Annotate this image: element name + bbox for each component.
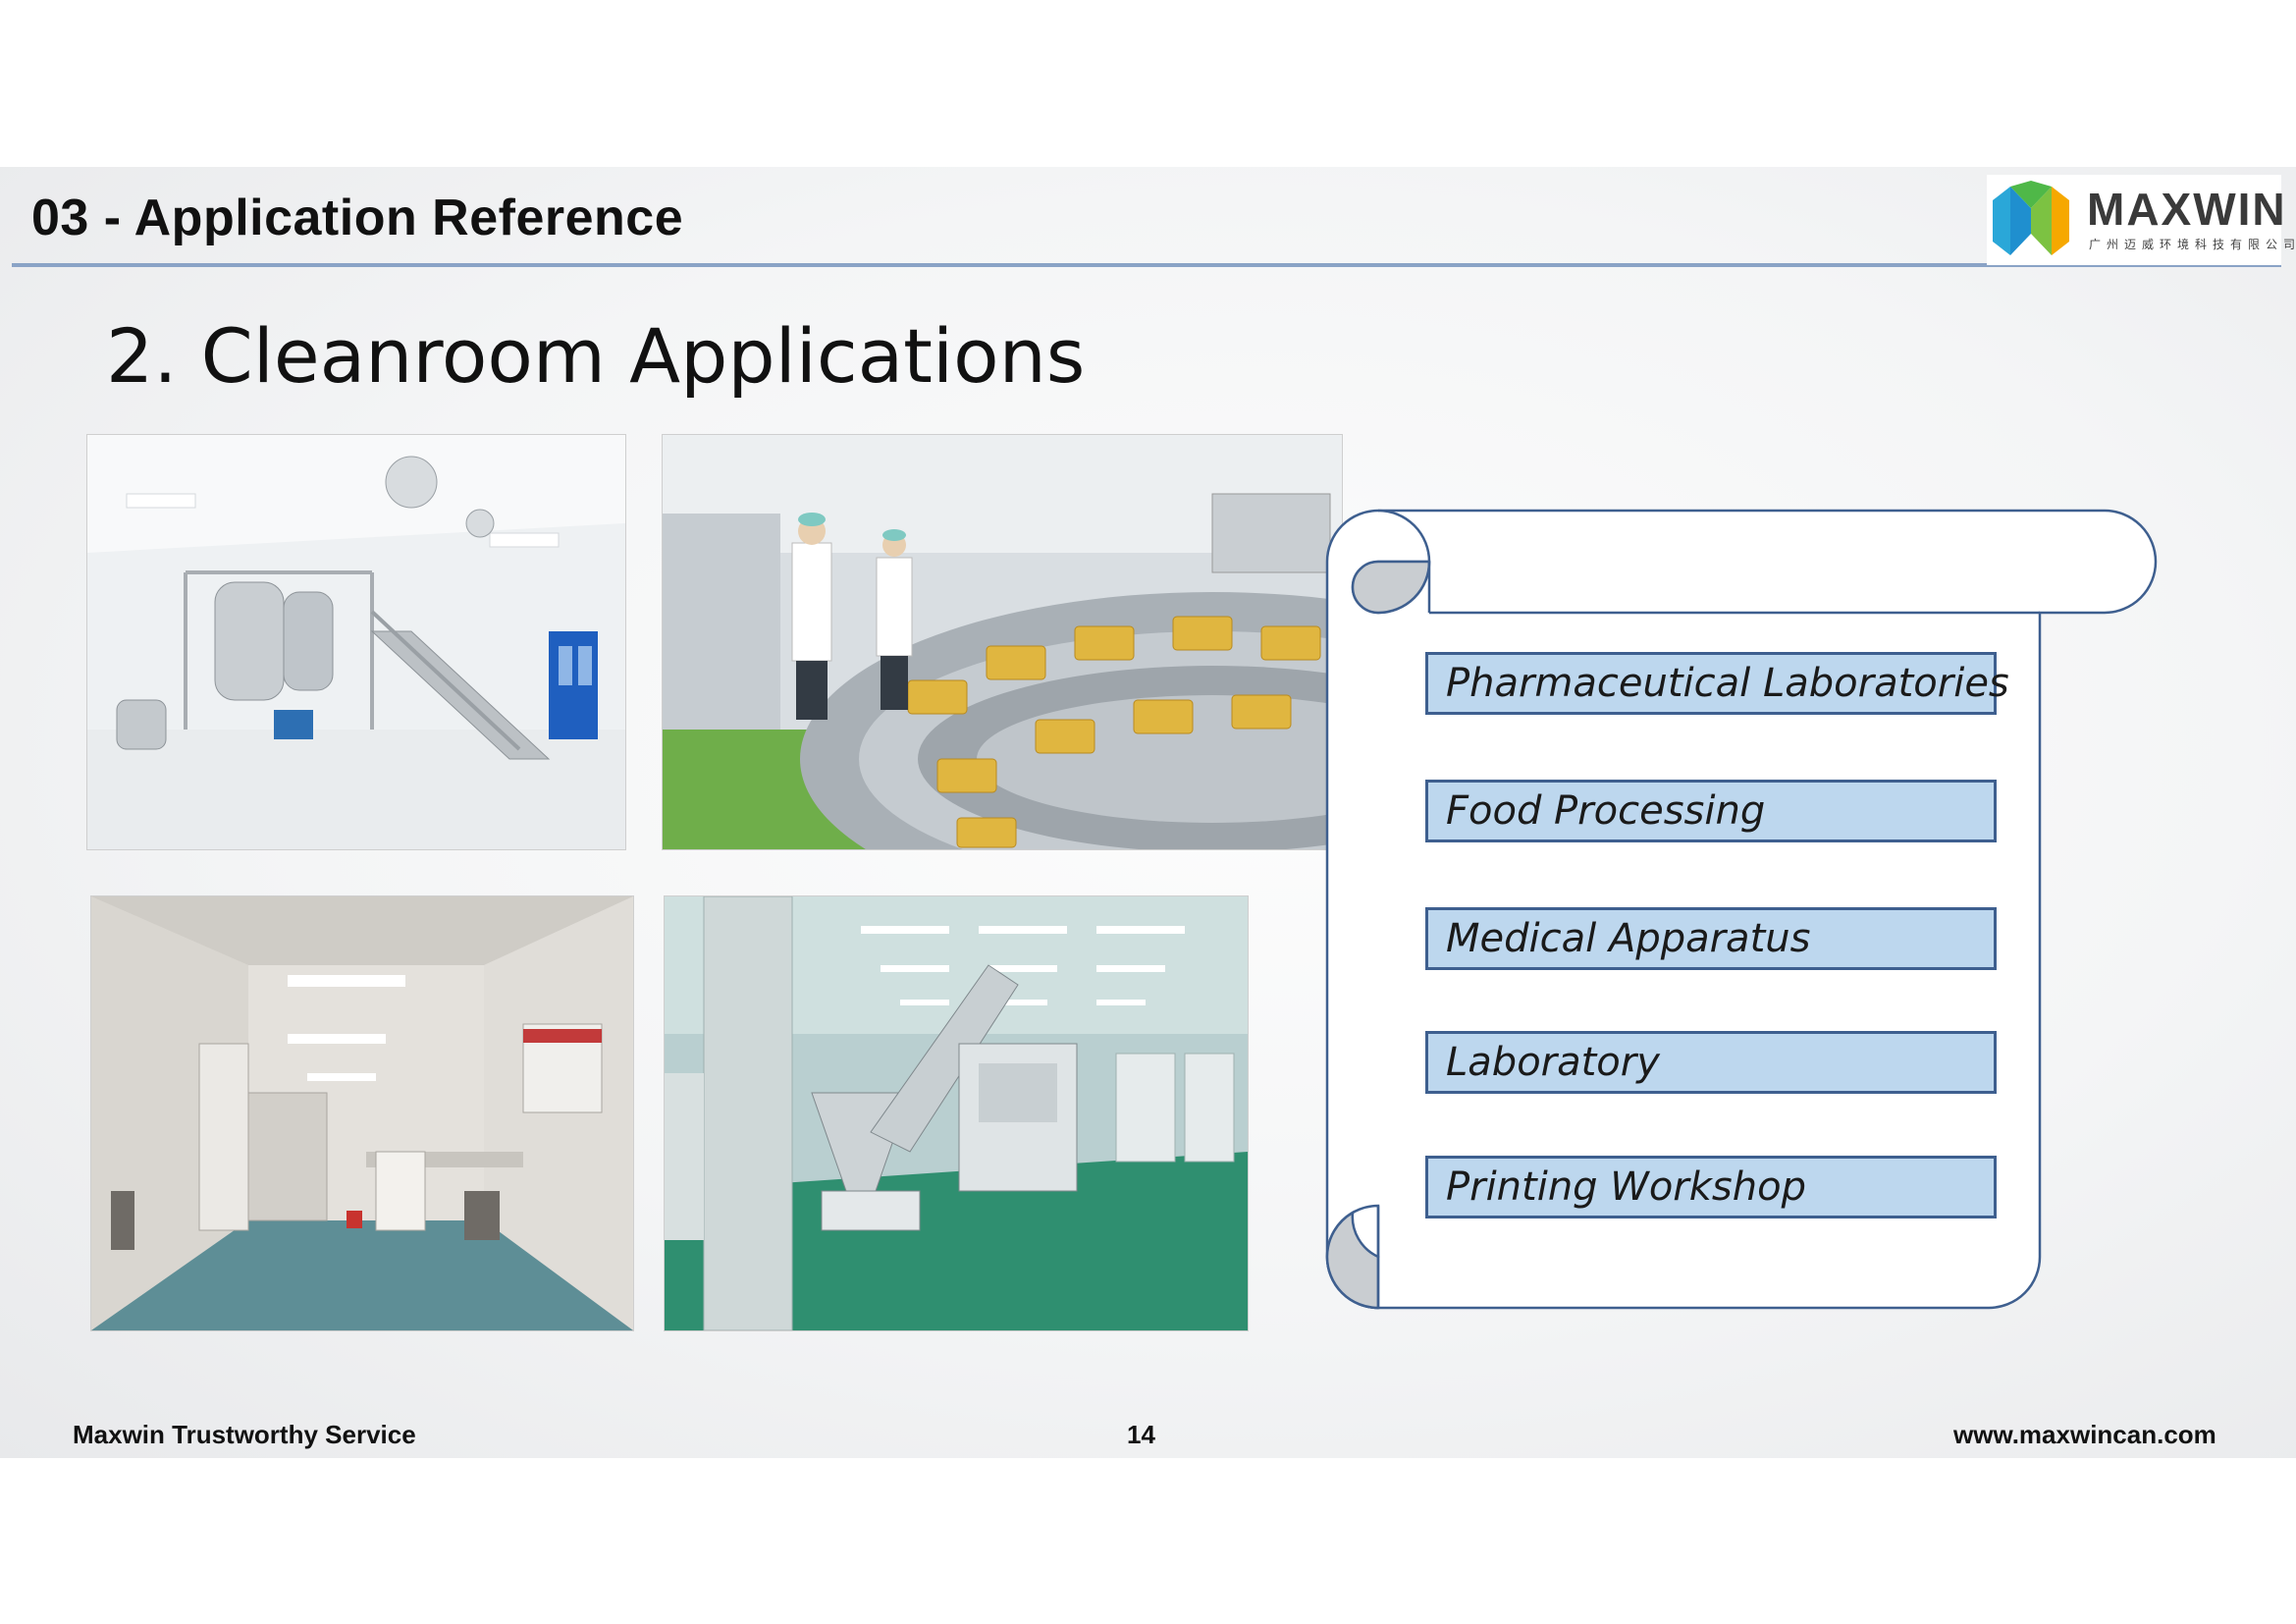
food-processing-conveyor-photo xyxy=(662,434,1343,850)
logo-subtitle: 广州迈威环境科技有限公司 xyxy=(2089,238,2296,251)
application-item-pharmaceutical: Pharmaceutical Laboratories xyxy=(1425,652,2009,715)
cleanroom-tank-staircase-photo xyxy=(86,434,626,850)
logo-wordmark: MAXWIN xyxy=(2087,184,2287,235)
laboratory-corridor-photo xyxy=(90,895,634,1331)
slide: 03 - Application Reference MAXWIN 广州迈威环境… xyxy=(0,167,2296,1458)
application-item-food-processing: Food Processing xyxy=(1425,780,1997,842)
page: 03 - Application Reference MAXWIN 广州迈威环境… xyxy=(0,0,2296,1624)
header-divider xyxy=(12,263,2281,267)
application-item-printing-workshop: Printing Workshop xyxy=(1425,1156,1997,1218)
maxwin-logo-icon xyxy=(1993,181,2069,255)
application-item-medical-apparatus: Medical Apparatus xyxy=(1425,907,1997,970)
maxwin-logo: MAXWIN 广州迈威环境科技有限公司 xyxy=(1987,175,2295,265)
application-item-laboratory: Laboratory xyxy=(1425,1031,1997,1094)
footer-url[interactable]: www.maxwincan.com xyxy=(1953,1420,2216,1450)
green-floor-equipment-photo xyxy=(664,895,1249,1331)
page-number: 14 xyxy=(1127,1420,1155,1449)
section-title: 03 - Application Reference xyxy=(31,189,684,246)
slide-title: 2. Cleanroom Applications xyxy=(106,312,1086,400)
footer-tagline: Maxwin Trustworthy Service xyxy=(73,1420,416,1449)
